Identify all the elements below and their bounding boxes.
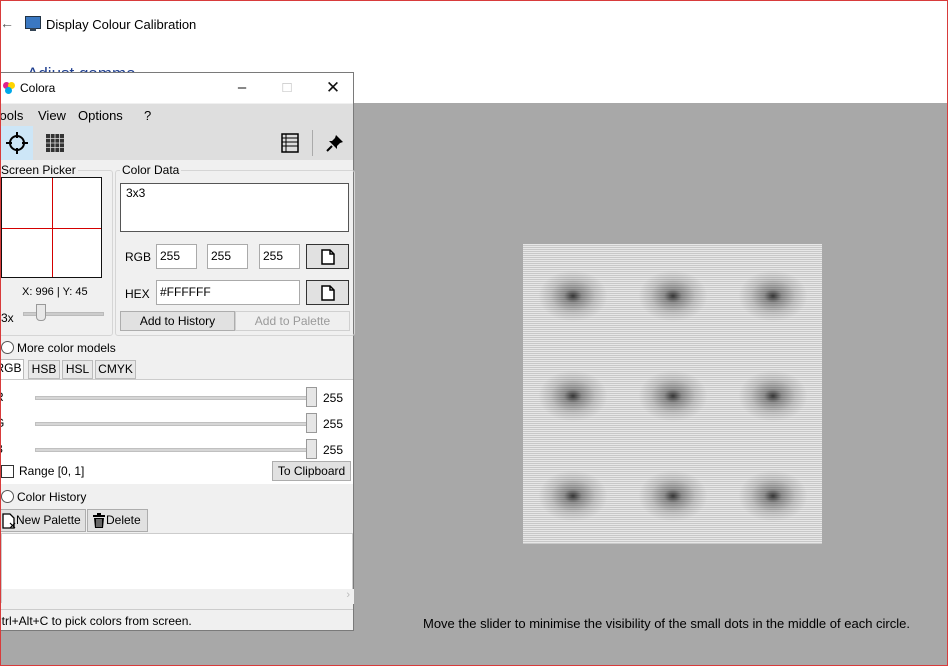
pattern-circle (538, 270, 608, 322)
grid-tool-button[interactable] (39, 126, 71, 160)
copy-icon (320, 284, 335, 301)
gamma-test-pattern (523, 244, 822, 544)
pattern-circle (738, 470, 808, 522)
range-checkbox[interactable] (1, 465, 14, 478)
menu-view[interactable]: View (38, 108, 66, 123)
red-slider-row: R 255 (0, 387, 353, 408)
list-icon (281, 133, 299, 153)
tab-rgb[interactable]: RGB (0, 359, 24, 380)
copy-hex-button[interactable] (306, 280, 349, 305)
screen-picker-magnifier[interactable] (1, 177, 102, 278)
pattern-circle (538, 470, 608, 522)
delete-label: Delete (106, 513, 141, 527)
zoom-slider-thumb[interactable] (36, 304, 46, 321)
blue-slider-label: B (0, 442, 3, 456)
pattern-circle (738, 270, 808, 322)
pin-icon (326, 135, 343, 152)
colora-window: Colora – □ ✕ Tools View Options ? (0, 72, 355, 631)
range-label: Range [0, 1] (19, 464, 85, 478)
colora-title: Colora (20, 81, 56, 95)
close-button[interactable]: ✕ (318, 77, 348, 99)
scroll-right-icon[interactable]: › (346, 589, 350, 601)
new-palette-button[interactable]: New Palette (0, 509, 86, 532)
pattern-circle (638, 470, 708, 522)
minimize-button[interactable]: – (227, 77, 257, 99)
blue-slider-row: B 255 (0, 439, 353, 460)
to-clipboard-button[interactable]: To Clipboard (272, 461, 351, 481)
toolbar-separator (312, 130, 313, 156)
pattern-circle (538, 370, 608, 422)
collapse-icon (1, 490, 14, 504)
color-history-list[interactable]: › (1, 533, 354, 604)
red-slider-label: R (0, 390, 4, 404)
new-document-icon (2, 513, 16, 529)
more-color-models-label: More color models (17, 341, 116, 355)
green-input[interactable]: 255 (207, 244, 248, 269)
tab-hsb[interactable]: HSB (28, 360, 60, 379)
zoom-level-label: 3x (1, 311, 14, 325)
grid-icon (46, 134, 64, 152)
red-slider-thumb[interactable] (306, 387, 317, 407)
pattern-circle (738, 370, 808, 422)
blue-slider-thumb[interactable] (306, 439, 317, 459)
copy-icon (320, 248, 335, 265)
trash-icon (93, 513, 105, 528)
menu-tools[interactable]: Tools (0, 108, 23, 123)
back-arrow-icon[interactable]: ← (0, 15, 14, 31)
menu-help[interactable]: ? (144, 108, 151, 123)
screen-picker-label: Screen Picker (0, 163, 78, 177)
status-text: Ctrl+Alt+C to pick colors from screen. (0, 614, 192, 628)
green-slider-value: 255 (323, 417, 344, 431)
crosshair-icon (6, 132, 28, 154)
crosshair-horizontal (2, 228, 101, 229)
red-slider-track[interactable] (35, 396, 317, 400)
color-data-label: Color Data (120, 163, 182, 177)
calibration-instruction: Move the slider to minimise the visibili… (423, 616, 910, 631)
status-bar: Ctrl+Alt+C to pick colors from screen. (0, 609, 353, 631)
rgb-label: RGB (125, 250, 152, 264)
menu-options[interactable]: Options (78, 108, 123, 123)
green-slider-label: G (0, 416, 4, 430)
palette-list-button[interactable] (274, 126, 306, 160)
colora-titlebar[interactable]: Colora – □ ✕ (1, 73, 353, 103)
screen-picker-tool-button[interactable] (1, 126, 33, 160)
pattern-circle (638, 370, 708, 422)
red-input[interactable]: 255 (156, 244, 197, 269)
copy-rgb-button[interactable] (306, 244, 349, 269)
color-history-label: Color History (17, 490, 87, 504)
blue-slider-value: 255 (323, 443, 344, 457)
new-palette-label: New Palette (16, 513, 81, 527)
colora-app-icon (3, 82, 15, 94)
pin-button[interactable] (319, 126, 351, 160)
color-name-field[interactable]: 3x3 (120, 183, 349, 232)
color-history-expander[interactable]: Color History (1, 490, 86, 504)
blue-input[interactable]: 255 (259, 244, 300, 269)
green-slider-track[interactable] (35, 422, 317, 426)
horizontal-scrollbar[interactable]: › (2, 589, 354, 604)
red-slider-value: 255 (323, 391, 344, 405)
more-color-models-expander[interactable]: More color models (1, 341, 116, 355)
blue-slider-track[interactable] (35, 448, 317, 452)
collapse-icon (1, 341, 14, 355)
green-slider-row: G 255 (0, 413, 353, 434)
picker-coordinates: X: 996 | Y: 45 (22, 286, 88, 298)
monitor-icon (25, 16, 41, 31)
toolbar (1, 126, 353, 160)
green-slider-thumb[interactable] (306, 413, 317, 433)
pattern-circle (638, 270, 708, 322)
menu-bar: Tools View Options ? (0, 104, 353, 126)
add-to-history-button[interactable]: Add to History (120, 311, 235, 331)
calibration-window-title: Display Colour Calibration (46, 17, 197, 32)
tab-hsl[interactable]: HSL (62, 360, 93, 379)
add-to-palette-button: Add to Palette (235, 311, 350, 331)
hex-input[interactable]: #FFFFFF (156, 280, 300, 305)
delete-button[interactable]: Delete (87, 509, 148, 532)
maximize-button: □ (282, 79, 292, 96)
tab-cmyk[interactable]: CMYK (95, 360, 136, 379)
hex-label: HEX (125, 287, 150, 301)
